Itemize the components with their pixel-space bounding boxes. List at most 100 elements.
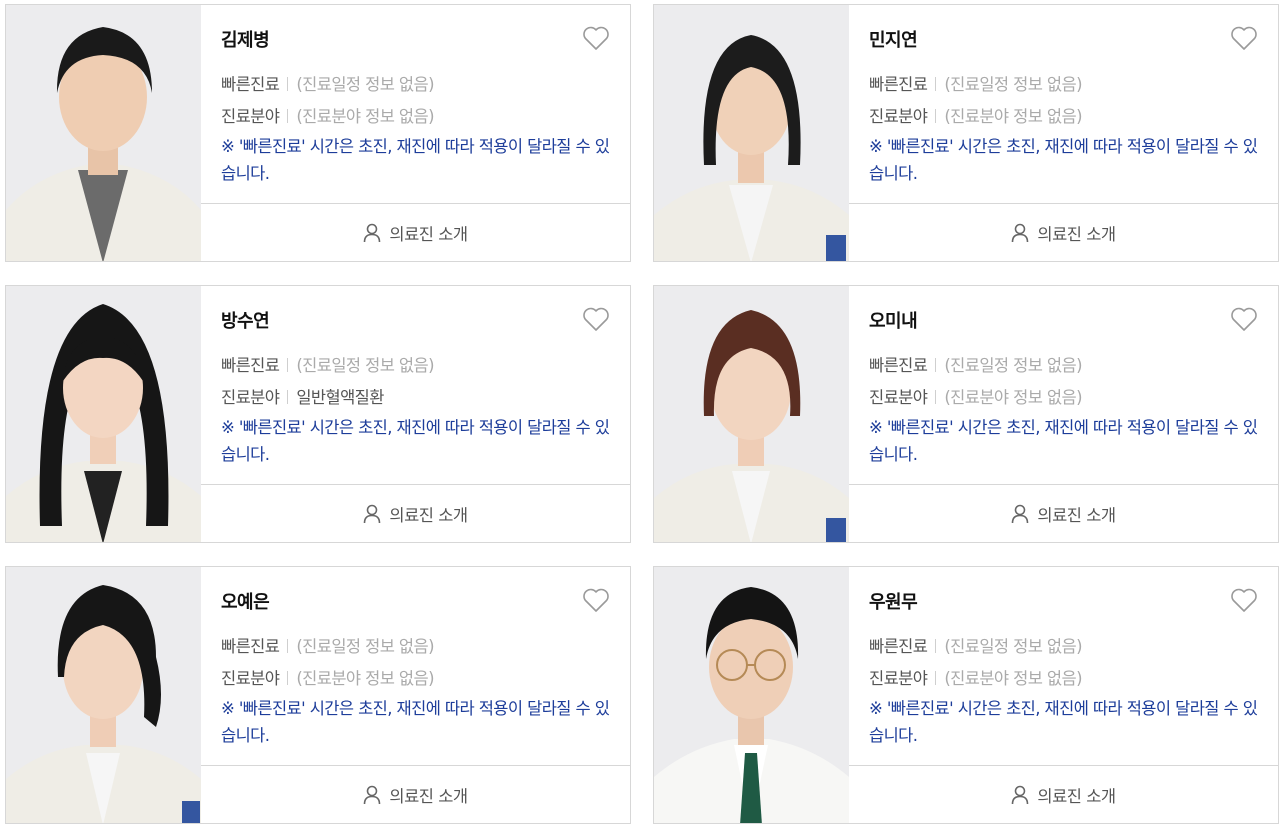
fast-care-label: 빠른진료 [221,637,280,656]
staff-intro-label: 의료진 소개 [389,224,468,244]
field-value: (진료분야 정보 없음) [944,388,1082,407]
staff-intro-button[interactable]: 의료진 소개 [849,484,1278,542]
doctor-photo [6,5,201,261]
heart-outline-icon[interactable] [1230,587,1258,613]
fast-care-row: 빠른진료 (진료일정 정보 없음) [869,352,1083,376]
divider [935,358,937,372]
divider [935,77,937,91]
doctor-name: 오미내 [869,311,918,332]
field-row: 진료분야 (진료분야 정보 없음) [221,665,435,689]
divider [287,77,289,91]
fast-care-label: 빠른진료 [869,75,928,94]
staff-intro-button[interactable]: 의료진 소개 [849,203,1278,261]
doctor-name: 민지연 [869,30,918,51]
field-row: 진료분야 일반혈액질환 [221,384,384,408]
doctor-card: 오예은 빠른진료 (진료일정 정보 없음) 진료분야 (진료분야 정보 없음) ※ … [5,566,631,824]
person-icon [364,504,381,523]
divider [935,390,937,404]
doctor-info: 민지연 빠른진료 (진료일정 정보 없음) 진료분야 (진료분야 정보 없음) ※ … [849,5,1278,203]
doctor-card: 민지연 빠른진료 (진료일정 정보 없음) 진료분야 (진료분야 정보 없음) ※ … [653,4,1279,262]
doctor-info: 김제병 빠른진료 (진료일정 정보 없음) 진료분야 (진료분야 정보 없음) ※ … [201,5,630,203]
fast-care-note: ※ '빠른진료' 시간은 초진, 재진에 따라 적용이 달라질 수 있습니다. [221,699,610,745]
doctor-info: 오예은 빠른진료 (진료일정 정보 없음) 진료분야 (진료분야 정보 없음) ※ … [201,567,630,765]
staff-intro-button[interactable]: 의료진 소개 [201,203,630,261]
field-row: 진료분야 (진료분야 정보 없음) [869,103,1083,127]
fast-care-note: ※ '빠른진료' 시간은 초진, 재진에 따라 적용이 달라질 수 있습니다. [221,137,610,183]
doctor-card: 방수연 빠른진료 (진료일정 정보 없음) 진료분야 일반혈액질환 ※ '빠른진료'… [5,285,631,543]
field-label: 진료분야 [869,388,928,407]
fast-care-label: 빠른진료 [221,75,280,94]
schedule-value: (진료일정 정보 없음) [944,356,1082,375]
doctor-info: 우원무 빠른진료 (진료일정 정보 없음) 진료분야 (진료분야 정보 없음) ※ … [849,567,1278,765]
fast-care-label: 빠른진료 [869,637,928,656]
divider [287,671,289,685]
fast-care-row: 빠른진료 (진료일정 정보 없음) [869,633,1083,657]
field-label: 진료분야 [869,107,928,126]
person-icon [1012,223,1029,242]
heart-outline-icon[interactable] [582,587,610,613]
staff-intro-button[interactable]: 의료진 소개 [849,765,1278,823]
schedule-value: (진료일정 정보 없음) [944,75,1082,94]
fast-care-row: 빠른진료 (진료일정 정보 없음) [221,633,435,657]
staff-intro-label: 의료진 소개 [389,786,468,806]
divider [935,671,937,685]
heart-outline-icon[interactable] [582,306,610,332]
heart-outline-icon[interactable] [1230,25,1258,51]
divider [287,639,289,653]
field-row: 진료분야 (진료분야 정보 없음) [869,384,1083,408]
staff-intro-label: 의료진 소개 [1037,224,1116,244]
field-row: 진료분야 (진료분야 정보 없음) [869,665,1083,689]
divider [287,358,289,372]
fast-care-note: ※ '빠른진료' 시간은 초진, 재진에 따라 적용이 달라질 수 있습니다. [221,418,610,464]
schedule-value: (진료일정 정보 없음) [296,356,434,375]
doctor-photo [654,5,849,261]
field-label: 진료분야 [869,669,928,688]
person-icon [1012,504,1029,523]
divider [935,639,937,653]
person-icon [364,785,381,804]
field-value: (진료분야 정보 없음) [944,669,1082,688]
fast-care-label: 빠른진료 [221,356,280,375]
doctor-photo [654,286,849,542]
schedule-value: (진료일정 정보 없음) [944,637,1082,656]
doctor-info: 오미내 빠른진료 (진료일정 정보 없음) 진료분야 (진료분야 정보 없음) ※ … [849,286,1278,484]
schedule-value: (진료일정 정보 없음) [296,75,434,94]
field-label: 진료분야 [221,669,280,688]
doctor-card: 우원무 빠른진료 (진료일정 정보 없음) 진료분야 (진료분야 정보 없음) ※ … [653,566,1279,824]
field-label: 진료분야 [221,388,280,407]
staff-intro-button[interactable]: 의료진 소개 [201,484,630,542]
staff-intro-label: 의료진 소개 [1037,505,1116,525]
fast-care-note: ※ '빠른진료' 시간은 초진, 재진에 따라 적용이 달라질 수 있습니다. [869,137,1258,183]
schedule-value: (진료일정 정보 없음) [296,637,434,656]
fast-care-label: 빠른진료 [869,356,928,375]
doctor-card: 오미내 빠른진료 (진료일정 정보 없음) 진료분야 (진료분야 정보 없음) ※ … [653,285,1279,543]
field-value: (진료분야 정보 없음) [944,107,1082,126]
field-row: 진료분야 (진료분야 정보 없음) [221,103,435,127]
field-value: 일반혈액질환 [296,388,384,407]
doctor-name: 우원무 [869,592,918,613]
doctor-card: 김제병 빠른진료 (진료일정 정보 없음) 진료분야 (진료분야 정보 없음) ※ … [5,4,631,262]
heart-outline-icon[interactable] [1230,306,1258,332]
heart-outline-icon[interactable] [582,25,610,51]
doctor-list-grid: 김제병 빠른진료 (진료일정 정보 없음) 진료분야 (진료분야 정보 없음) ※ … [5,4,1279,826]
person-icon [364,223,381,242]
doctor-name: 김제병 [221,30,270,51]
fast-care-row: 빠른진료 (진료일정 정보 없음) [221,352,435,376]
field-label: 진료분야 [221,107,280,126]
staff-intro-label: 의료진 소개 [389,505,468,525]
doctor-name: 방수연 [221,311,270,332]
doctor-info: 방수연 빠른진료 (진료일정 정보 없음) 진료분야 일반혈액질환 ※ '빠른진료'… [201,286,630,484]
fast-care-note: ※ '빠른진료' 시간은 초진, 재진에 따라 적용이 달라질 수 있습니다. [869,418,1258,464]
staff-intro-label: 의료진 소개 [1037,786,1116,806]
doctor-photo [6,567,201,823]
fast-care-note: ※ '빠른진료' 시간은 초진, 재진에 따라 적용이 달라질 수 있습니다. [869,699,1258,745]
staff-intro-button[interactable]: 의료진 소개 [201,765,630,823]
person-icon [1012,785,1029,804]
fast-care-row: 빠른진료 (진료일정 정보 없음) [869,71,1083,95]
divider [287,109,289,123]
fast-care-row: 빠른진료 (진료일정 정보 없음) [221,71,435,95]
doctor-photo [6,286,201,542]
divider [287,390,289,404]
doctor-photo [654,567,849,823]
field-value: (진료분야 정보 없음) [296,669,434,688]
